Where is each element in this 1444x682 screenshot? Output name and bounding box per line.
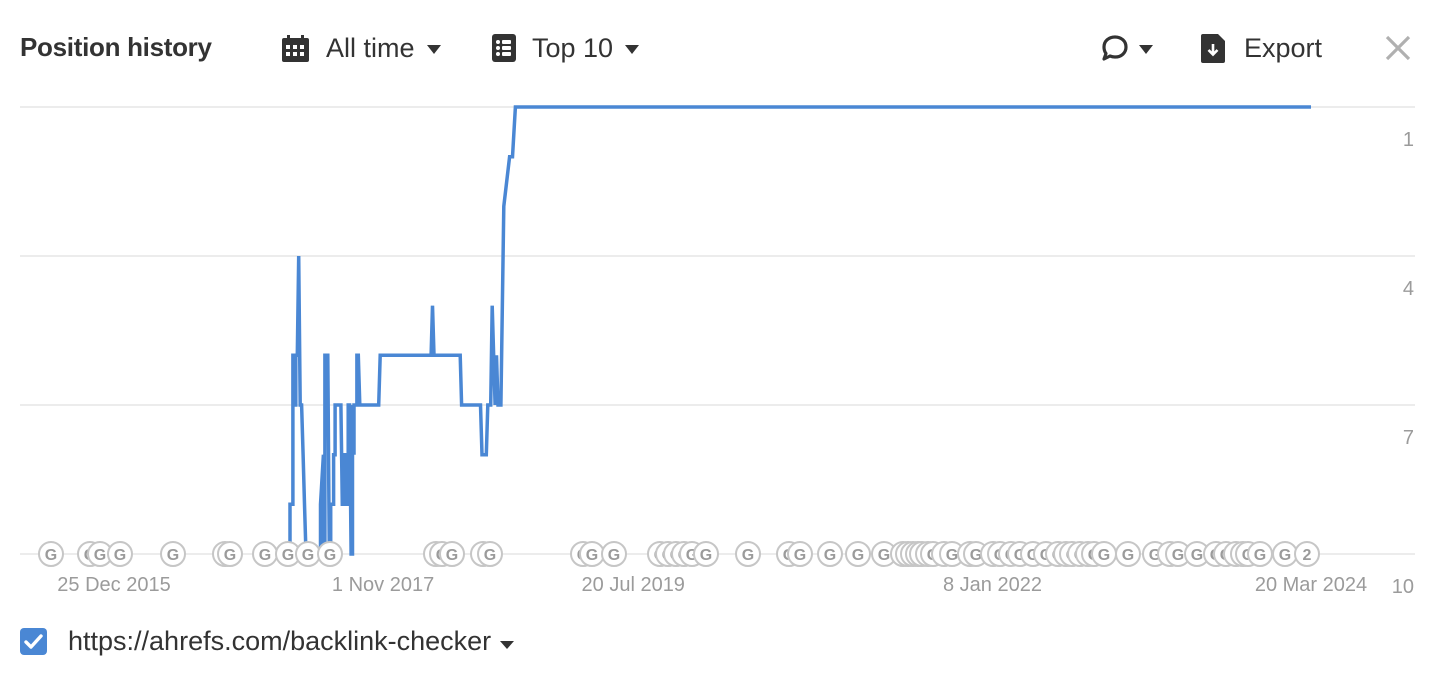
page-title: Position history	[20, 32, 212, 62]
annotation-marker[interactable]: G	[477, 541, 503, 567]
annotation-marker-label: G	[324, 547, 336, 564]
annotation-marker[interactable]: 2	[1294, 541, 1320, 567]
annotation-marker[interactable]: G	[1115, 541, 1141, 567]
x-tick-label: 20 Mar 2024	[1255, 574, 1367, 596]
annotation-marker-label: G	[824, 547, 836, 564]
annotation-marker[interactable]: G	[817, 541, 843, 567]
comment-icon	[1101, 34, 1129, 62]
position-history-chart: 1 4 7 10 25 Dec 2015 1 Nov 2017 20 Jul 2019 8 …	[20, 105, 1415, 598]
chevron-down-icon[interactable]	[500, 640, 515, 649]
annotation-marker[interactable]: G	[787, 541, 813, 567]
header: Position history All time Top 10 Export	[0, 0, 1444, 96]
annotations-dropdown[interactable]	[1101, 30, 1153, 66]
annotation-marker-label: G	[224, 547, 236, 564]
export-button[interactable]: Export	[1201, 30, 1322, 66]
annotation-marker[interactable]: G	[160, 541, 186, 567]
annotation-marker[interactable]: G	[317, 541, 343, 567]
annotation-marker[interactable]: G	[252, 541, 278, 567]
y-tick-label: 10	[1392, 576, 1414, 598]
annotation-marker-label: G	[946, 547, 958, 564]
annotation-marker-label: G	[1172, 547, 1184, 564]
x-tick-label: 8 Jan 2022	[943, 574, 1042, 596]
y-tick-label: 7	[1403, 427, 1414, 449]
annotation-marker[interactable]: G	[1247, 541, 1273, 567]
y-tick-label: 4	[1403, 278, 1414, 300]
series-line[interactable]	[288, 105, 1311, 556]
annotation-marker-label: 2	[1303, 547, 1312, 564]
annotation-marker-label: G	[1279, 547, 1291, 564]
calendar-icon	[281, 34, 310, 62]
download-file-icon	[1201, 33, 1225, 63]
annotation-marker[interactable]: G	[107, 541, 133, 567]
chevron-down-icon	[426, 44, 441, 54]
list-icon	[492, 34, 516, 62]
annotation-marker-label: G	[259, 547, 271, 564]
annotation-marker[interactable]: G	[295, 541, 321, 567]
annotation-marker-label: G	[45, 547, 57, 564]
close-icon	[1385, 35, 1411, 61]
x-tick-label: 25 Dec 2015	[57, 574, 170, 596]
date-range-dropdown[interactable]: All time	[281, 30, 441, 66]
x-tick-label: 20 Jul 2019	[582, 574, 685, 596]
annotation-marker-label: G	[94, 547, 106, 564]
annotation-marker-label: G	[302, 547, 314, 564]
annotation-marker-label: G	[167, 547, 179, 564]
x-tick-label: 1 Nov 2017	[332, 574, 434, 596]
annotation-marker[interactable]: G	[217, 541, 243, 567]
annotation-marker[interactable]: G	[735, 541, 761, 567]
annotation-marker-label: G	[1122, 547, 1134, 564]
annotation-marker[interactable]: G	[1091, 541, 1117, 567]
chevron-down-icon	[1139, 44, 1153, 54]
annotation-marker[interactable]: G	[579, 541, 605, 567]
annotation-marker[interactable]: G	[601, 541, 627, 567]
annotation-marker-label: G	[742, 547, 754, 564]
annotation-marker[interactable]: G	[1272, 541, 1298, 567]
annotation-marker[interactable]: G	[845, 541, 871, 567]
annotation-marker-label: G	[484, 547, 496, 564]
annotation-marker[interactable]: G	[38, 541, 64, 567]
annotation-marker-label: G	[114, 547, 126, 564]
top-filter-label: Top 10	[532, 32, 614, 63]
annotation-marker-label: G	[1254, 547, 1266, 564]
series-checkbox[interactable]	[20, 628, 47, 655]
annotation-marker-label: G	[700, 547, 712, 564]
annotation-marker[interactable]: G	[439, 541, 465, 567]
close-button[interactable]	[1384, 34, 1412, 62]
annotation-marker-label: G	[852, 547, 864, 564]
annotation-marker-label: G	[878, 547, 890, 564]
date-range-label: All time	[326, 32, 415, 63]
annotation-marker-label: G	[1191, 547, 1203, 564]
chevron-down-icon	[625, 44, 640, 54]
annotation-marker-label: G	[1098, 547, 1110, 564]
top-filter-dropdown[interactable]: Top 10	[492, 30, 640, 66]
export-label: Export	[1244, 32, 1323, 63]
annotation-marker-label: G	[446, 547, 458, 564]
annotation-marker-label: G	[608, 547, 620, 564]
annotation-marker-label: G	[586, 547, 598, 564]
series-legend: https://ahrefs.com/backlink-checker	[20, 626, 515, 657]
checkmark-icon	[24, 634, 43, 649]
annotation-marker[interactable]: G	[693, 541, 719, 567]
annotation-marker-label: G	[282, 547, 294, 564]
series-url[interactable]: https://ahrefs.com/backlink-checker	[68, 626, 491, 657]
y-tick-label: 1	[1403, 129, 1414, 151]
annotation-marker-label: G	[794, 547, 806, 564]
